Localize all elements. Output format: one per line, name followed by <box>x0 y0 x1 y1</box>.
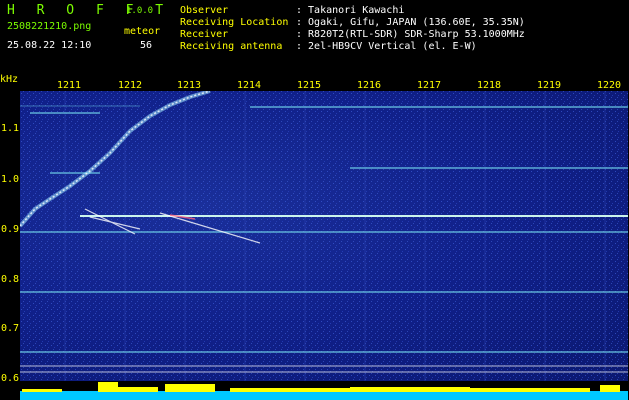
y-axis-unit: kHz <box>0 74 19 85</box>
info-label-observer: Observer <box>180 5 229 16</box>
y-tick-0-9: 0.9 <box>1 224 20 235</box>
y-tick-1-1: 1.1 <box>1 123 20 134</box>
level-peaks <box>22 382 620 392</box>
meteor-count: 56 <box>140 40 153 51</box>
signal-level-strip <box>0 381 629 400</box>
info-value-antenna: : 2el-HB9CV Vertical (el. E-W) <box>296 41 477 52</box>
header-panel: H R O F F T 1.0.0 2508221210.png meteor … <box>0 0 629 68</box>
info-label-location: Receiving Location <box>180 17 289 28</box>
signal-level-bars <box>20 382 628 400</box>
noise-texture <box>20 91 628 381</box>
mode-label: meteor <box>124 26 161 37</box>
spectrogram-traces <box>20 91 628 381</box>
info-label-receiver: Receiver <box>180 29 229 40</box>
info-value-observer: : Takanori Kawachi <box>296 5 405 16</box>
info-value-location: : Ogaki, Gifu, JAPAN (136.60E, 35.35N) <box>296 17 525 28</box>
level-baseline <box>20 391 628 400</box>
spectrogram-plot <box>20 91 628 381</box>
info-value-receiver: : R820T2(RTL-SDR) SDR-Sharp 53.1000MHz <box>296 29 525 40</box>
timestamp: 25.08.22 12:10 <box>7 40 92 51</box>
hroft-window: H R O F F T 1.0.0 2508221210.png meteor … <box>0 0 629 400</box>
y-tick-0-7: 0.7 <box>1 323 20 334</box>
y-tick-0-8: 0.8 <box>1 274 20 285</box>
app-version: 1.0.0 <box>126 6 154 16</box>
info-label-antenna: Receiving antenna <box>180 41 283 52</box>
y-tick-1-0: 1.0 <box>1 174 20 185</box>
file-name: 2508221210.png <box>7 21 92 32</box>
